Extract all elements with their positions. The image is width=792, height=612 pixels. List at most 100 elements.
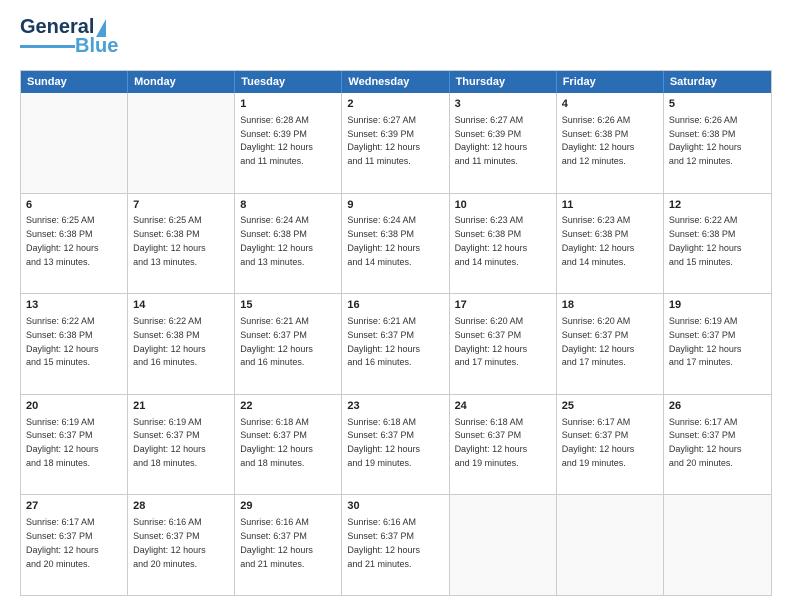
- calendar-cell: 27 Sunrise: 6:17 AM Sunset: 6:37 PM Dayli…: [21, 495, 128, 595]
- calendar-cell: [450, 495, 557, 595]
- calendar-day-header: Monday: [128, 71, 235, 93]
- calendar-day-header: Wednesday: [342, 71, 449, 93]
- day-info: Sunrise: 6:21 AM Sunset: 6:37 PM Dayligh…: [240, 316, 313, 367]
- day-number: 2: [347, 97, 443, 112]
- calendar-cell: 21Sunrise: 6:19 AM Sunset: 6:37 PM Dayli…: [128, 395, 235, 495]
- day-info: Sunrise: 6:16 AM Sunset: 6:37 PM Dayligh…: [133, 517, 206, 568]
- calendar-cell: 6Sunrise: 6:25 AM Sunset: 6:38 PM Daylig…: [21, 194, 128, 294]
- calendar-cell: [664, 495, 771, 595]
- calendar-cell: 12 Sunrise: 6:22 AM Sunset: 6:38 PM Dayli…: [664, 194, 771, 294]
- day-number: 27: [26, 499, 122, 514]
- calendar-cell: 3 Sunrise: 6:27 AM Sunset: 6:39 PM Daylig…: [450, 93, 557, 193]
- calendar-cell: 30 Sunrise: 6:16 AM Sunset: 6:37 PM Dayli…: [342, 495, 449, 595]
- day-number: 3: [455, 97, 551, 112]
- calendar-cell: 11 Sunrise: 6:23 AM Sunset: 6:38 PM Dayli…: [557, 194, 664, 294]
- calendar: SundayMondayTuesdayWednesdayThursdayFrid…: [20, 70, 772, 596]
- calendar-cell: 25 Sunrise: 6:17 AM Sunset: 6:37 PM Dayli…: [557, 395, 664, 495]
- calendar-cell: 17 Sunrise: 6:20 AM Sunset: 6:37 PM Dayli…: [450, 294, 557, 394]
- day-info: Sunrise: 6:17 AM Sunset: 6:37 PM Dayligh…: [562, 417, 635, 468]
- calendar-cell: 2Sunrise: 6:27 AM Sunset: 6:39 PM Daylig…: [342, 93, 449, 193]
- logo-underline: [20, 45, 75, 48]
- header: General Blue: [20, 16, 772, 58]
- calendar-cell: [21, 93, 128, 193]
- logo: General Blue: [20, 16, 118, 58]
- calendar-day-header: Friday: [557, 71, 664, 93]
- calendar-row: 20 Sunrise: 6:19 AM Sunset: 6:37 PM Dayli…: [21, 394, 771, 495]
- day-info: Sunrise: 6:23 AM Sunset: 6:38 PM Dayligh…: [455, 215, 528, 266]
- day-info: Sunrise: 6:17 AM Sunset: 6:37 PM Dayligh…: [669, 417, 742, 468]
- calendar-cell: 13 Sunrise: 6:22 AM Sunset: 6:38 PM Dayli…: [21, 294, 128, 394]
- day-info: Sunrise: 6:26 AM Sunset: 6:38 PM Dayligh…: [562, 115, 635, 166]
- day-info: Sunrise: 6:19 AM Sunset: 6:37 PM Dayligh…: [133, 417, 206, 468]
- calendar-cell: 29Sunrise: 6:16 AM Sunset: 6:37 PM Dayli…: [235, 495, 342, 595]
- logo-triangle-icon: [96, 19, 106, 37]
- day-info: Sunrise: 6:22 AM Sunset: 6:38 PM Dayligh…: [669, 215, 742, 266]
- day-number: 13: [26, 298, 122, 313]
- calendar-day-header: Tuesday: [235, 71, 342, 93]
- day-info: Sunrise: 6:18 AM Sunset: 6:37 PM Dayligh…: [240, 417, 313, 468]
- day-number: 6: [26, 198, 122, 213]
- calendar-cell: 7Sunrise: 6:25 AM Sunset: 6:38 PM Daylig…: [128, 194, 235, 294]
- day-number: 17: [455, 298, 551, 313]
- calendar-header: SundayMondayTuesdayWednesdayThursdayFrid…: [21, 71, 771, 93]
- day-number: 18: [562, 298, 658, 313]
- calendar-cell: 24Sunrise: 6:18 AM Sunset: 6:37 PM Dayli…: [450, 395, 557, 495]
- calendar-cell: 19 Sunrise: 6:19 AM Sunset: 6:37 PM Dayli…: [664, 294, 771, 394]
- calendar-day-header: Sunday: [21, 71, 128, 93]
- calendar-row: 27 Sunrise: 6:17 AM Sunset: 6:37 PM Dayli…: [21, 494, 771, 595]
- calendar-cell: 1 Sunrise: 6:28 AM Sunset: 6:39 PM Daylig…: [235, 93, 342, 193]
- day-number: 12: [669, 198, 766, 213]
- calendar-cell: 15 Sunrise: 6:21 AM Sunset: 6:37 PM Dayli…: [235, 294, 342, 394]
- day-number: 24: [455, 399, 551, 414]
- calendar-cell: 4 Sunrise: 6:26 AM Sunset: 6:38 PM Daylig…: [557, 93, 664, 193]
- day-info: Sunrise: 6:24 AM Sunset: 6:38 PM Dayligh…: [347, 215, 420, 266]
- day-number: 10: [455, 198, 551, 213]
- day-number: 14: [133, 298, 229, 313]
- day-info: Sunrise: 6:19 AM Sunset: 6:37 PM Dayligh…: [669, 316, 742, 367]
- calendar-cell: 26 Sunrise: 6:17 AM Sunset: 6:37 PM Dayli…: [664, 395, 771, 495]
- calendar-cell: 9Sunrise: 6:24 AM Sunset: 6:38 PM Daylig…: [342, 194, 449, 294]
- day-number: 29: [240, 499, 336, 514]
- day-info: Sunrise: 6:17 AM Sunset: 6:37 PM Dayligh…: [26, 517, 99, 568]
- calendar-body: 1 Sunrise: 6:28 AM Sunset: 6:39 PM Daylig…: [21, 93, 771, 595]
- day-number: 8: [240, 198, 336, 213]
- day-info: Sunrise: 6:18 AM Sunset: 6:37 PM Dayligh…: [347, 417, 420, 468]
- day-info: Sunrise: 6:23 AM Sunset: 6:38 PM Dayligh…: [562, 215, 635, 266]
- day-info: Sunrise: 6:21 AM Sunset: 6:37 PM Dayligh…: [347, 316, 420, 367]
- calendar-cell: [128, 93, 235, 193]
- day-number: 1: [240, 97, 336, 112]
- calendar-row: 1 Sunrise: 6:28 AM Sunset: 6:39 PM Daylig…: [21, 93, 771, 193]
- day-info: Sunrise: 6:28 AM Sunset: 6:39 PM Dayligh…: [240, 115, 313, 166]
- day-number: 30: [347, 499, 443, 514]
- day-info: Sunrise: 6:19 AM Sunset: 6:37 PM Dayligh…: [26, 417, 99, 468]
- calendar-cell: 5Sunrise: 6:26 AM Sunset: 6:38 PM Daylig…: [664, 93, 771, 193]
- day-info: Sunrise: 6:16 AM Sunset: 6:37 PM Dayligh…: [347, 517, 420, 568]
- calendar-cell: 28Sunrise: 6:16 AM Sunset: 6:37 PM Dayli…: [128, 495, 235, 595]
- day-info: Sunrise: 6:22 AM Sunset: 6:38 PM Dayligh…: [26, 316, 99, 367]
- day-number: 25: [562, 399, 658, 414]
- calendar-cell: 16 Sunrise: 6:21 AM Sunset: 6:37 PM Dayli…: [342, 294, 449, 394]
- day-number: 4: [562, 97, 658, 112]
- logo-blue: Blue: [75, 35, 118, 58]
- page: General Blue SundayMondayTuesdayWednesda…: [0, 0, 792, 612]
- day-number: 11: [562, 198, 658, 213]
- calendar-row: 6Sunrise: 6:25 AM Sunset: 6:38 PM Daylig…: [21, 193, 771, 294]
- calendar-day-header: Saturday: [664, 71, 771, 93]
- day-info: Sunrise: 6:20 AM Sunset: 6:37 PM Dayligh…: [455, 316, 528, 367]
- day-number: 26: [669, 399, 766, 414]
- calendar-cell: 22Sunrise: 6:18 AM Sunset: 6:37 PM Dayli…: [235, 395, 342, 495]
- calendar-day-header: Thursday: [450, 71, 557, 93]
- day-number: 23: [347, 399, 443, 414]
- day-number: 15: [240, 298, 336, 313]
- day-number: 20: [26, 399, 122, 414]
- day-number: 19: [669, 298, 766, 313]
- day-info: Sunrise: 6:26 AM Sunset: 6:38 PM Dayligh…: [669, 115, 742, 166]
- calendar-cell: [557, 495, 664, 595]
- day-info: Sunrise: 6:27 AM Sunset: 6:39 PM Dayligh…: [455, 115, 528, 166]
- calendar-cell: 23 Sunrise: 6:18 AM Sunset: 6:37 PM Dayli…: [342, 395, 449, 495]
- day-number: 16: [347, 298, 443, 313]
- calendar-cell: 10 Sunrise: 6:23 AM Sunset: 6:38 PM Dayli…: [450, 194, 557, 294]
- calendar-row: 13 Sunrise: 6:22 AM Sunset: 6:38 PM Dayli…: [21, 293, 771, 394]
- calendar-cell: 8 Sunrise: 6:24 AM Sunset: 6:38 PM Daylig…: [235, 194, 342, 294]
- day-info: Sunrise: 6:24 AM Sunset: 6:38 PM Dayligh…: [240, 215, 313, 266]
